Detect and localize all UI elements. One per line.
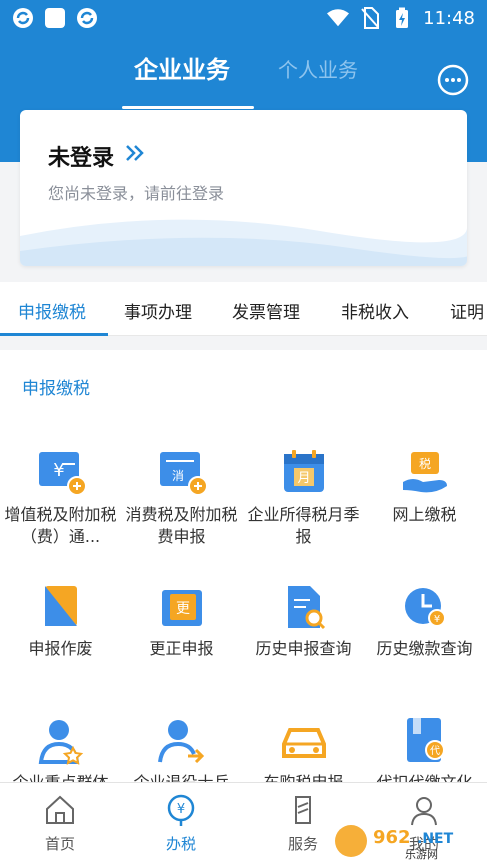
tab-personal[interactable]: 个人业务: [278, 54, 358, 83]
grid-label: 企业所得税月季报: [247, 505, 360, 546]
grid-item-key-group[interactable]: 企业重点群体: [0, 716, 121, 782]
nav-tax[interactable]: ¥ 办税: [141, 793, 221, 854]
svg-text:¥: ¥: [177, 802, 185, 817]
void-declaration-icon: [44, 586, 77, 626]
grid-label: 车购税申报: [243, 772, 364, 782]
grid-label: 更正申报: [149, 639, 214, 658]
no-sim-icon: [359, 7, 381, 29]
grid-item-consumption-tax[interactable]: 消 消费税及附加税费申报: [121, 448, 242, 548]
calendar-month-icon: 月: [283, 450, 324, 492]
tab-non-tax[interactable]: 非税收入: [341, 298, 409, 323]
grid-item-void[interactable]: 申报作废: [0, 582, 121, 660]
tax-icon: ¥: [167, 794, 195, 826]
veteran-icon: [157, 720, 204, 764]
online-pay-icon: 税: [402, 452, 447, 493]
history-payment-icon: ¥: [404, 588, 446, 627]
history-search-icon: [287, 586, 325, 630]
svg-text:更: 更: [176, 601, 190, 617]
svg-text:税: 税: [418, 457, 430, 471]
svg-text:962: 962: [373, 827, 411, 848]
double-chevron-right-icon: [124, 142, 146, 170]
vat-icon: ¥: [38, 452, 87, 496]
grid-item-car-tax[interactable]: 车购税申报: [243, 716, 364, 782]
grid-label: 增值税及附加税（费）通...: [4, 505, 117, 546]
grid-label: 消费税及附加税费申报: [125, 505, 238, 546]
nav-label: 首页: [44, 835, 75, 853]
grid-label: 历史缴款查询: [376, 639, 473, 658]
grid-label: 网上缴税: [392, 505, 457, 524]
consumption-tax-icon: 消: [159, 452, 208, 496]
grid-label: 代扣代缴文化: [364, 772, 485, 782]
declare-section: 申报缴税 ¥ 增值税及附加税（费）通... 消 消费税及附加税费申报 月 企业所…: [0, 350, 487, 782]
grid-item-correct[interactable]: 更 更正申报: [121, 582, 242, 660]
key-group-icon: [38, 720, 83, 765]
nav-label: 办税: [165, 835, 196, 853]
grid-item-vat[interactable]: ¥ 增值税及附加税（费）通...: [0, 448, 121, 548]
grid-item-withhold[interactable]: 代 代扣代缴文化: [364, 716, 485, 782]
category-active-indicator: [0, 333, 108, 336]
tab-declare-pay[interactable]: 申报缴税: [18, 298, 86, 323]
svg-text:乐游网: 乐游网: [405, 848, 438, 861]
svg-text:代: 代: [430, 745, 440, 757]
grid-item-veteran[interactable]: 企业退役士兵: [121, 716, 242, 782]
tab-matters[interactable]: 事项办理: [124, 298, 192, 323]
grid-item-income-tax[interactable]: 月 企业所得税月季报: [243, 448, 364, 548]
tab-invoice[interactable]: 发票管理: [232, 298, 300, 323]
grid-label: 历史申报查询: [255, 639, 352, 658]
grid-label: 企业退役士兵: [121, 772, 242, 782]
service-icon: [295, 796, 311, 824]
grid-label: 申报作废: [28, 639, 93, 658]
message-icon[interactable]: [437, 64, 469, 96]
battery-charging-icon: [391, 7, 413, 29]
sync-icon: [76, 7, 98, 29]
sync-icon: [12, 7, 34, 29]
login-card[interactable]: 未登录 您尚未登录，请前往登录: [20, 110, 467, 266]
withhold-icon: 代: [406, 718, 445, 762]
grid-label: 企业重点群体: [0, 772, 121, 782]
tab-active-indicator: [122, 106, 254, 109]
car-icon: [281, 728, 326, 758]
nav-home[interactable]: 首页: [20, 793, 100, 854]
correct-declaration-icon: 更: [161, 590, 202, 626]
tab-certificate[interactable]: 证明: [450, 298, 484, 323]
grid-item-online-pay[interactable]: 税 网上缴税: [364, 448, 485, 526]
login-title: 未登录: [48, 146, 115, 171]
watermark-logo: 962 .NET 乐游网: [335, 825, 454, 861]
section-title: 申报缴税: [22, 379, 90, 399]
svg-text:消: 消: [172, 469, 184, 483]
status-bar: 11:48: [0, 0, 487, 36]
nav-label: 服务: [287, 835, 318, 853]
nav-service[interactable]: 服务: [263, 793, 343, 854]
grid-item-history-declare[interactable]: 历史申报查询: [243, 582, 364, 660]
svg-text:月: 月: [297, 471, 310, 486]
home-icon: [46, 795, 74, 824]
wifi-icon: [327, 7, 350, 29]
clock: 11:48: [423, 7, 475, 29]
svg-text:.NET: .NET: [417, 831, 454, 847]
tab-enterprise[interactable]: 企业业务: [134, 50, 230, 85]
card-wave-decoration: [20, 219, 467, 266]
svg-text:¥: ¥: [433, 614, 439, 625]
category-tabs: 申报缴税 事项办理 发票管理 非税收入 证明: [0, 282, 487, 336]
square-icon: [44, 7, 66, 29]
grid-item-history-payment[interactable]: ¥ 历史缴款查询: [364, 582, 485, 660]
